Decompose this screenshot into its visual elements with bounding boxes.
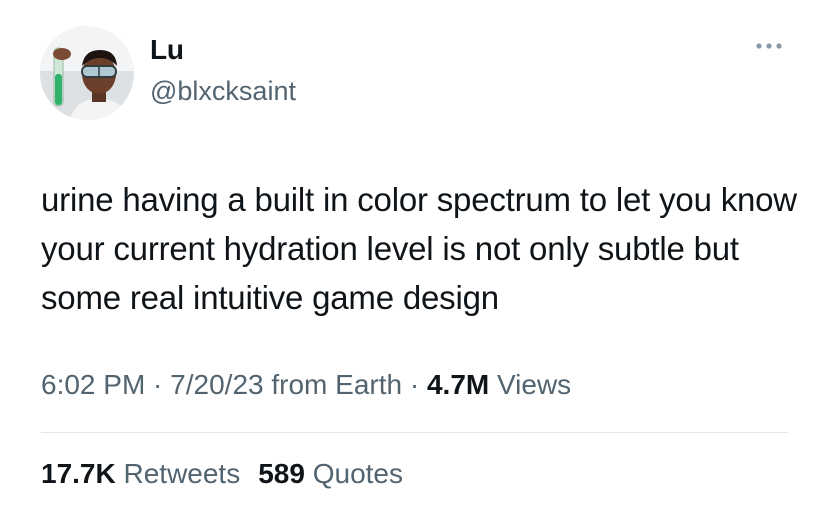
meta-separator: ·: [402, 369, 427, 400]
tweet-time[interactable]: 6:02 PM: [41, 369, 145, 400]
quotes-label: Quotes: [304, 458, 403, 489]
quotes-count: 589: [258, 458, 305, 489]
tweet-source: from Earth: [263, 369, 403, 400]
avatar-image: [40, 26, 134, 120]
author-handle[interactable]: @blxcksaint: [150, 76, 296, 107]
meta-separator: ·: [145, 369, 171, 400]
author-display-name[interactable]: Lu: [150, 34, 184, 66]
tweet-meta: 6:02 PM · 7/20/23 from Earth · 4.7M View…: [41, 369, 571, 401]
retweets-stat[interactable]: 17.7K Retweets: [41, 458, 240, 489]
tweet-date[interactable]: 7/20/23: [170, 369, 263, 400]
tweet-text: urine having a built in color spectrum t…: [41, 181, 797, 316]
divider: [41, 432, 788, 433]
retweets-label: Retweets: [115, 458, 241, 489]
quotes-stat[interactable]: 589 Quotes: [258, 458, 403, 489]
retweets-count: 17.7K: [41, 458, 116, 489]
more-horizontal-icon: [756, 43, 782, 49]
views-count: 4.7M: [426, 369, 490, 400]
tweet-stats: 17.7K Retweets 589 Quotes: [41, 458, 403, 490]
avatar[interactable]: [40, 26, 134, 120]
views-label: Views: [489, 369, 572, 400]
more-options-icon[interactable]: [754, 36, 784, 56]
